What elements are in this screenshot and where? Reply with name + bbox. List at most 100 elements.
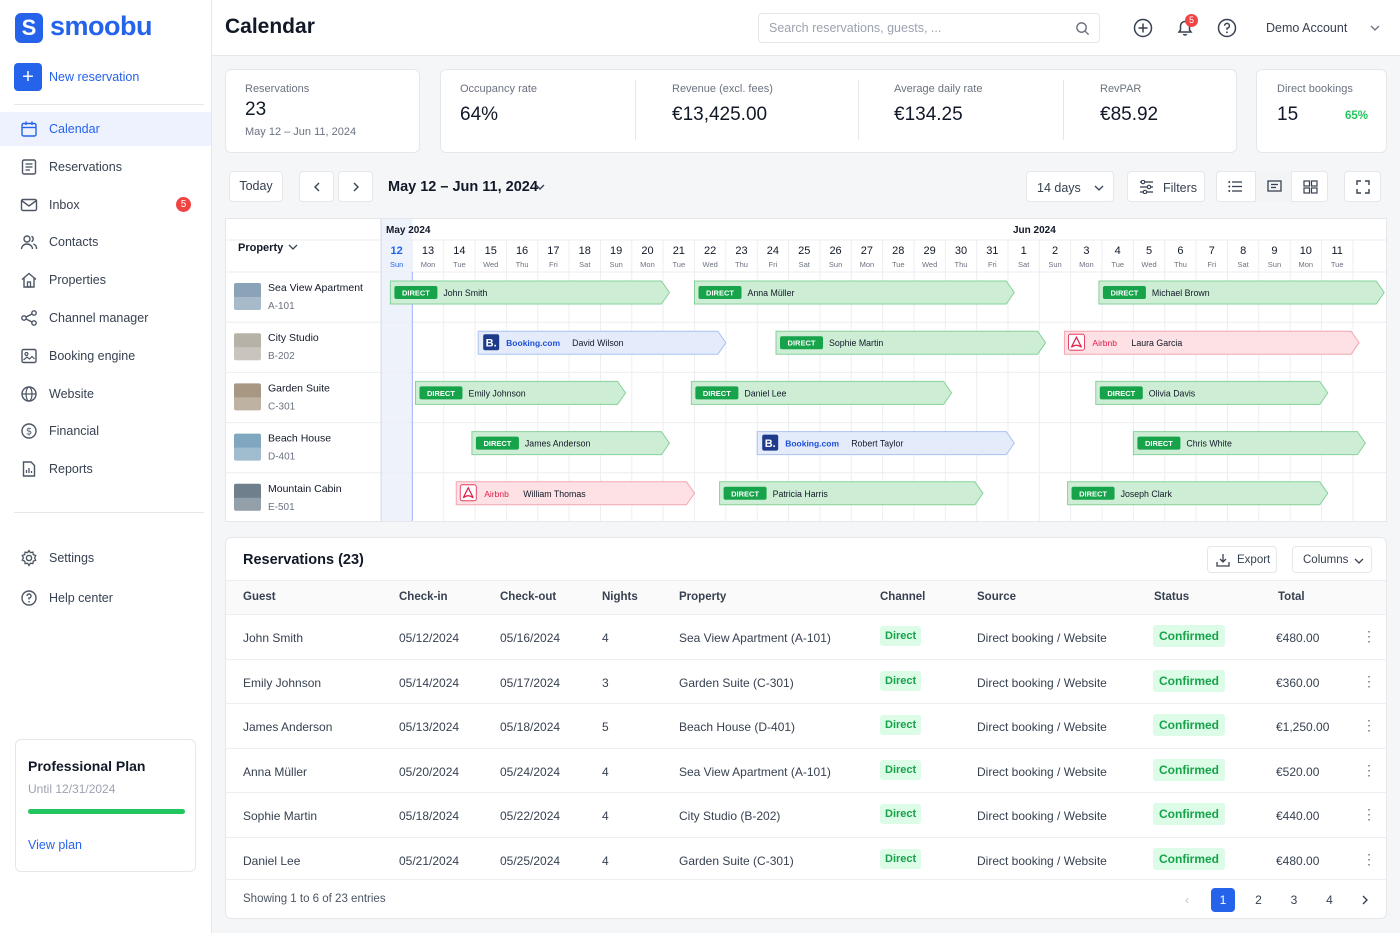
table-row[interactable]: Emily Johnson 05/14/2024 05/17/2024 3 Garden…: [226, 658, 1386, 704]
day-name: Fri: [1207, 260, 1216, 269]
chevron-down-icon[interactable]: [535, 183, 545, 191]
table-row[interactable]: Sophie Martin 05/18/2024 05/22/2024 4 City S…: [226, 792, 1386, 837]
row-menu-icon[interactable]: ⋮: [1362, 673, 1376, 690]
row-menu-icon[interactable]: ⋮: [1362, 628, 1376, 645]
help-icon: [21, 589, 37, 606]
row-menu-icon[interactable]: ⋮: [1362, 762, 1376, 779]
sidebar-item-contacts[interactable]: Contacts: [0, 225, 211, 259]
column-header[interactable]: Nights: [602, 591, 638, 603]
column-header[interactable]: Guest: [243, 591, 276, 603]
cell-guest[interactable]: Sophie Martin: [243, 809, 317, 823]
timeline-view-tab[interactable]: [1255, 171, 1292, 202]
sidebar-item-properties[interactable]: Properties: [0, 263, 211, 297]
booking-bar[interactable]: DIRECT Michael Brown: [1098, 280, 1385, 305]
page-button[interactable]: 3: [1282, 888, 1306, 912]
table-row[interactable]: John Smith 05/12/2024 05/16/2024 4 Sea View …: [226, 614, 1386, 659]
booking-bar[interactable]: DIRECT Chris White: [1132, 431, 1366, 456]
property-name[interactable]: Sea View Apartment: [268, 282, 363, 294]
booking-bar-shape[interactable]: [694, 280, 1015, 305]
property-header[interactable]: Property: [238, 242, 284, 254]
sidebar-item-calendar[interactable]: Calendar: [0, 112, 211, 146]
view-plan-link[interactable]: View plan: [28, 838, 82, 852]
table-row[interactable]: James Anderson 05/13/2024 05/18/2024 5 Beach…: [226, 703, 1386, 748]
booking-bar[interactable]: DIRECT Sophie Martin: [775, 330, 1047, 355]
logo-mark[interactable]: S: [15, 13, 43, 43]
date-range-picker[interactable]: May 12 – Jun 11, 2024: [388, 179, 538, 195]
row-menu-icon[interactable]: ⋮: [1362, 717, 1376, 734]
booking-bar[interactable]: B. Booking.com David Wilson: [477, 330, 727, 355]
booking-bar[interactable]: DIRECT John Smith: [389, 280, 671, 305]
cell-guest[interactable]: Anna Müller: [243, 765, 307, 779]
booking-bar[interactable]: DIRECT Daniel Lee: [690, 380, 953, 405]
booking-bar[interactable]: DIRECT Olivia Davis: [1095, 380, 1329, 405]
column-header[interactable]: Total: [1278, 591, 1305, 603]
column-header[interactable]: Source: [977, 591, 1016, 603]
booking-bar[interactable]: DIRECT Anna Müller: [694, 280, 1015, 305]
next-page-button[interactable]: [1353, 888, 1377, 912]
cell-property: Garden Suite (C-301): [679, 675, 794, 690]
cell-check-in: 05/13/2024: [399, 720, 460, 734]
cell-guest[interactable]: John Smith: [243, 631, 303, 645]
search-input[interactable]: [769, 21, 1069, 35]
sidebar-item-settings[interactable]: Settings: [0, 541, 211, 575]
account-menu[interactable]: Demo Account: [1266, 21, 1347, 35]
table-row[interactable]: Anna Müller 05/20/2024 05/24/2024 4 Sea View…: [226, 747, 1386, 793]
booking-bar[interactable]: B. Booking.com Robert Taylor: [756, 431, 1015, 456]
booking-bar[interactable]: DIRECT Joseph Clark: [1067, 481, 1329, 506]
column-header[interactable]: Property: [679, 591, 726, 603]
booking-bar[interactable]: Airbnb Laura Garcia: [1063, 330, 1360, 355]
prev-page-button[interactable]: ‹: [1175, 888, 1199, 912]
cell-guest[interactable]: James Anderson: [243, 720, 332, 734]
fullscreen-button[interactable]: [1344, 171, 1381, 202]
logo-text[interactable]: smoobu: [50, 11, 153, 42]
sidebar-item-financial[interactable]: $ Financial: [0, 414, 211, 448]
table-row[interactable]: Daniel Lee 05/21/2024 05/25/2024 4 Garden Su…: [226, 836, 1386, 882]
sidebar-item-label: Reservations: [49, 159, 122, 174]
search-icon[interactable]: [1075, 21, 1090, 36]
booking-bar[interactable]: DIRECT Patricia Harris: [719, 481, 984, 506]
row-menu-icon[interactable]: ⋮: [1362, 851, 1376, 868]
chevron-down-icon[interactable]: [288, 244, 298, 250]
column-header[interactable]: Status: [1154, 591, 1189, 603]
sidebar-item-website[interactable]: Website: [0, 377, 211, 411]
add-circle-icon[interactable]: [1132, 17, 1154, 39]
prev-button[interactable]: [299, 171, 334, 202]
new-reservation-button[interactable]: + New reservation: [14, 63, 204, 91]
column-header[interactable]: Channel: [880, 591, 925, 603]
help-circle-icon[interactable]: [1216, 17, 1238, 39]
chevron-down-icon: [1094, 185, 1104, 191]
booking-bar[interactable]: DIRECT James Anderson: [471, 431, 671, 456]
booking-bar[interactable]: DIRECT Emily Johnson: [414, 380, 627, 405]
columns-button[interactable]: Columns: [1292, 546, 1372, 573]
sidebar-item-help-center[interactable]: Help center: [0, 581, 211, 615]
days-select-value: 14 days: [1037, 181, 1081, 195]
chevron-down-icon[interactable]: [1370, 24, 1380, 32]
days-select[interactable]: 14 days: [1026, 171, 1114, 202]
next-button[interactable]: [338, 171, 373, 202]
property-name[interactable]: City Studio: [268, 332, 319, 344]
sidebar-item-label: Properties: [49, 273, 106, 288]
grid-view-icon[interactable]: [1303, 180, 1318, 194]
cell-guest[interactable]: Emily Johnson: [243, 676, 321, 690]
sidebar-item-booking-engine[interactable]: Booking engine: [0, 339, 211, 373]
row-menu-icon[interactable]: ⋮: [1362, 806, 1376, 823]
sidebar-item-reports[interactable]: Reports: [0, 452, 211, 486]
booking-bar[interactable]: Airbnb William Thomas: [455, 481, 696, 506]
list-view-icon[interactable]: [1228, 180, 1243, 193]
column-header[interactable]: Check-out: [500, 591, 556, 603]
column-header[interactable]: Check-in: [399, 591, 448, 603]
page-button[interactable]: 1: [1211, 888, 1235, 912]
page-button[interactable]: 4: [1318, 888, 1342, 912]
filters-button[interactable]: Filters: [1127, 171, 1205, 202]
search-box[interactable]: [758, 13, 1100, 43]
sidebar-item-channel-manager[interactable]: Channel manager: [0, 301, 211, 335]
today-button[interactable]: Today: [229, 171, 283, 202]
page-button[interactable]: 2: [1247, 888, 1271, 912]
cell-guest[interactable]: Daniel Lee: [243, 854, 300, 868]
export-button[interactable]: Export: [1207, 546, 1277, 573]
sidebar-item-reservations[interactable]: Reservations: [0, 150, 211, 184]
property-name[interactable]: Beach House: [268, 433, 331, 445]
property-name[interactable]: Mountain Cabin: [268, 483, 342, 495]
sidebar-item-inbox[interactable]: Inbox 5: [0, 188, 211, 222]
property-name[interactable]: Garden Suite: [268, 382, 330, 394]
